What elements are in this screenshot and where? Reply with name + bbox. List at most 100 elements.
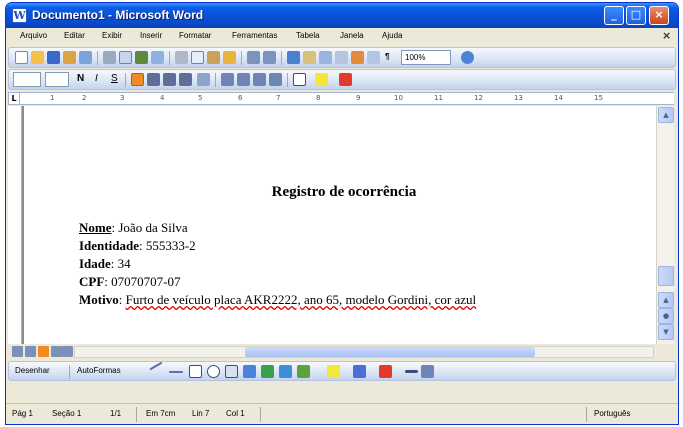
tab-selector[interactable]: L — [8, 92, 20, 105]
previous-page-icon[interactable]: ▲ — [658, 292, 674, 308]
arrow-icon[interactable] — [169, 371, 183, 373]
bold-button[interactable]: N — [77, 73, 84, 84]
close-document-button[interactable]: × — [662, 29, 671, 42]
copy-icon[interactable] — [191, 51, 204, 64]
tables-borders-icon[interactable] — [303, 51, 316, 64]
normal-view-icon[interactable] — [12, 346, 23, 357]
columns-icon[interactable] — [335, 51, 348, 64]
horizontal-scroll-thumb[interactable] — [245, 347, 535, 357]
status-section: Seção 1 — [52, 409, 82, 418]
insert-table-icon[interactable] — [319, 51, 332, 64]
line-icon[interactable] — [149, 361, 163, 371]
font-size-select[interactable] — [45, 72, 69, 87]
bullets-icon[interactable] — [237, 73, 250, 86]
menu-inserir[interactable]: Inserir — [140, 31, 162, 40]
close-button[interactable]: × — [649, 6, 669, 25]
field-nome[interactable]: Nome: João da Silva — [79, 220, 188, 236]
document-page[interactable]: Registro de ocorrência Nome: João da Sil… — [24, 106, 656, 344]
print-preview-icon[interactable] — [119, 51, 132, 64]
menu-tabela[interactable]: Tabela — [296, 31, 320, 40]
new-icon[interactable] — [15, 51, 28, 64]
style-select[interactable] — [13, 72, 41, 87]
picture-icon[interactable] — [297, 365, 310, 378]
menu-arquivo[interactable]: Arquivo — [20, 31, 47, 40]
scroll-thumb[interactable] — [658, 266, 674, 286]
minimize-button[interactable]: _ — [604, 6, 624, 25]
word-doc-icon[interactable]: W — [12, 8, 27, 23]
dash-style-icon[interactable] — [421, 365, 434, 378]
open-icon[interactable] — [31, 51, 44, 64]
line-spacing-icon[interactable] — [197, 73, 210, 86]
redo-icon[interactable] — [263, 51, 276, 64]
research-icon[interactable] — [151, 51, 164, 64]
spelling-icon[interactable] — [135, 51, 148, 64]
next-page-icon[interactable]: ▼ — [658, 324, 674, 340]
field-label: Nome — [79, 220, 112, 235]
permission-icon[interactable] — [63, 51, 76, 64]
document-map-icon[interactable] — [367, 51, 380, 64]
vertical-scrollbar[interactable]: ▲ ▲ ● ▼ — [656, 106, 674, 344]
font-color-icon[interactable] — [339, 73, 352, 86]
format-painter-icon[interactable] — [223, 51, 236, 64]
highlight-icon[interactable] — [315, 73, 328, 86]
maximize-button[interactable]: □ — [626, 6, 646, 25]
drawing-icon[interactable] — [351, 51, 364, 64]
field-motivo[interactable]: Motivo: Furto de veículo placa AKR2222, … — [79, 292, 476, 308]
field-idade[interactable]: Idade: 34 — [79, 256, 131, 272]
paste-icon[interactable] — [207, 51, 220, 64]
help-icon[interactable] — [461, 51, 474, 64]
align-right-icon[interactable] — [163, 73, 176, 86]
text-box-icon[interactable] — [225, 365, 238, 378]
autoshapes-menu-button[interactable]: AutoFormas — [77, 366, 121, 375]
show-hide-icon[interactable]: ¶ — [385, 52, 389, 61]
field-value: João da Silva — [118, 220, 188, 235]
horizontal-scrollbar[interactable] — [74, 346, 654, 358]
oval-icon[interactable] — [207, 365, 220, 378]
menu-formatar[interactable]: Formatar — [179, 31, 211, 40]
line-color-icon[interactable] — [353, 365, 366, 378]
scroll-up-icon[interactable]: ▲ — [658, 107, 674, 123]
cut-icon[interactable] — [175, 51, 188, 64]
italic-button[interactable]: I — [95, 73, 98, 84]
menu-janela[interactable]: Janela — [340, 31, 364, 40]
menu-ferramentas[interactable]: Ferramentas — [232, 31, 277, 40]
menu-exibir[interactable]: Exibir — [102, 31, 122, 40]
diagram-icon[interactable] — [261, 365, 274, 378]
rectangle-icon[interactable] — [189, 365, 202, 378]
field-cpf[interactable]: CPF: 07070707-07 — [79, 274, 181, 290]
menu-editar[interactable]: Editar — [64, 31, 85, 40]
underline-button[interactable]: S — [111, 73, 118, 84]
web-view-icon[interactable] — [25, 346, 36, 357]
undo-icon[interactable] — [247, 51, 260, 64]
clipart-icon[interactable] — [279, 365, 292, 378]
draw-menu-button[interactable]: Desenhar — [15, 366, 50, 375]
line-style-icon[interactable] — [405, 370, 418, 373]
save-icon[interactable] — [47, 51, 60, 64]
font-color-icon[interactable] — [379, 365, 392, 378]
zoom-select[interactable]: 100% — [401, 50, 451, 65]
outside-border-icon[interactable] — [293, 73, 306, 86]
fill-color-icon[interactable] — [327, 365, 340, 378]
status-language[interactable]: Português — [594, 409, 630, 418]
browse-object-icon[interactable]: ● — [658, 308, 674, 324]
increase-indent-icon[interactable] — [269, 73, 282, 86]
numbering-icon[interactable] — [221, 73, 234, 86]
toolbar-separator — [281, 51, 282, 65]
vertical-ruler[interactable] — [8, 106, 22, 344]
menu-ajuda[interactable]: Ajuda — [382, 31, 402, 40]
document-heading[interactable]: Registro de ocorrência — [24, 184, 664, 201]
decrease-indent-icon[interactable] — [253, 73, 266, 86]
title-bar[interactable]: W Documento1 - Microsoft Word _ □ × — [6, 3, 678, 28]
field-identidade[interactable]: Identidade: 555333-2 — [79, 238, 196, 254]
print-layout-icon[interactable] — [38, 346, 49, 357]
email-icon[interactable] — [79, 51, 92, 64]
reading-view-icon[interactable] — [62, 346, 73, 357]
justify-icon[interactable] — [179, 73, 192, 86]
print-icon[interactable] — [103, 51, 116, 64]
hyperlink-icon[interactable] — [287, 51, 300, 64]
align-center-icon[interactable] — [147, 73, 160, 86]
align-left-icon[interactable] — [131, 73, 144, 86]
horizontal-ruler[interactable]: 1 2 3 4 5 6 7 8 9 10 11 12 13 14 15 — [20, 92, 674, 105]
wordart-icon[interactable] — [243, 365, 256, 378]
outline-view-icon[interactable] — [51, 346, 62, 357]
